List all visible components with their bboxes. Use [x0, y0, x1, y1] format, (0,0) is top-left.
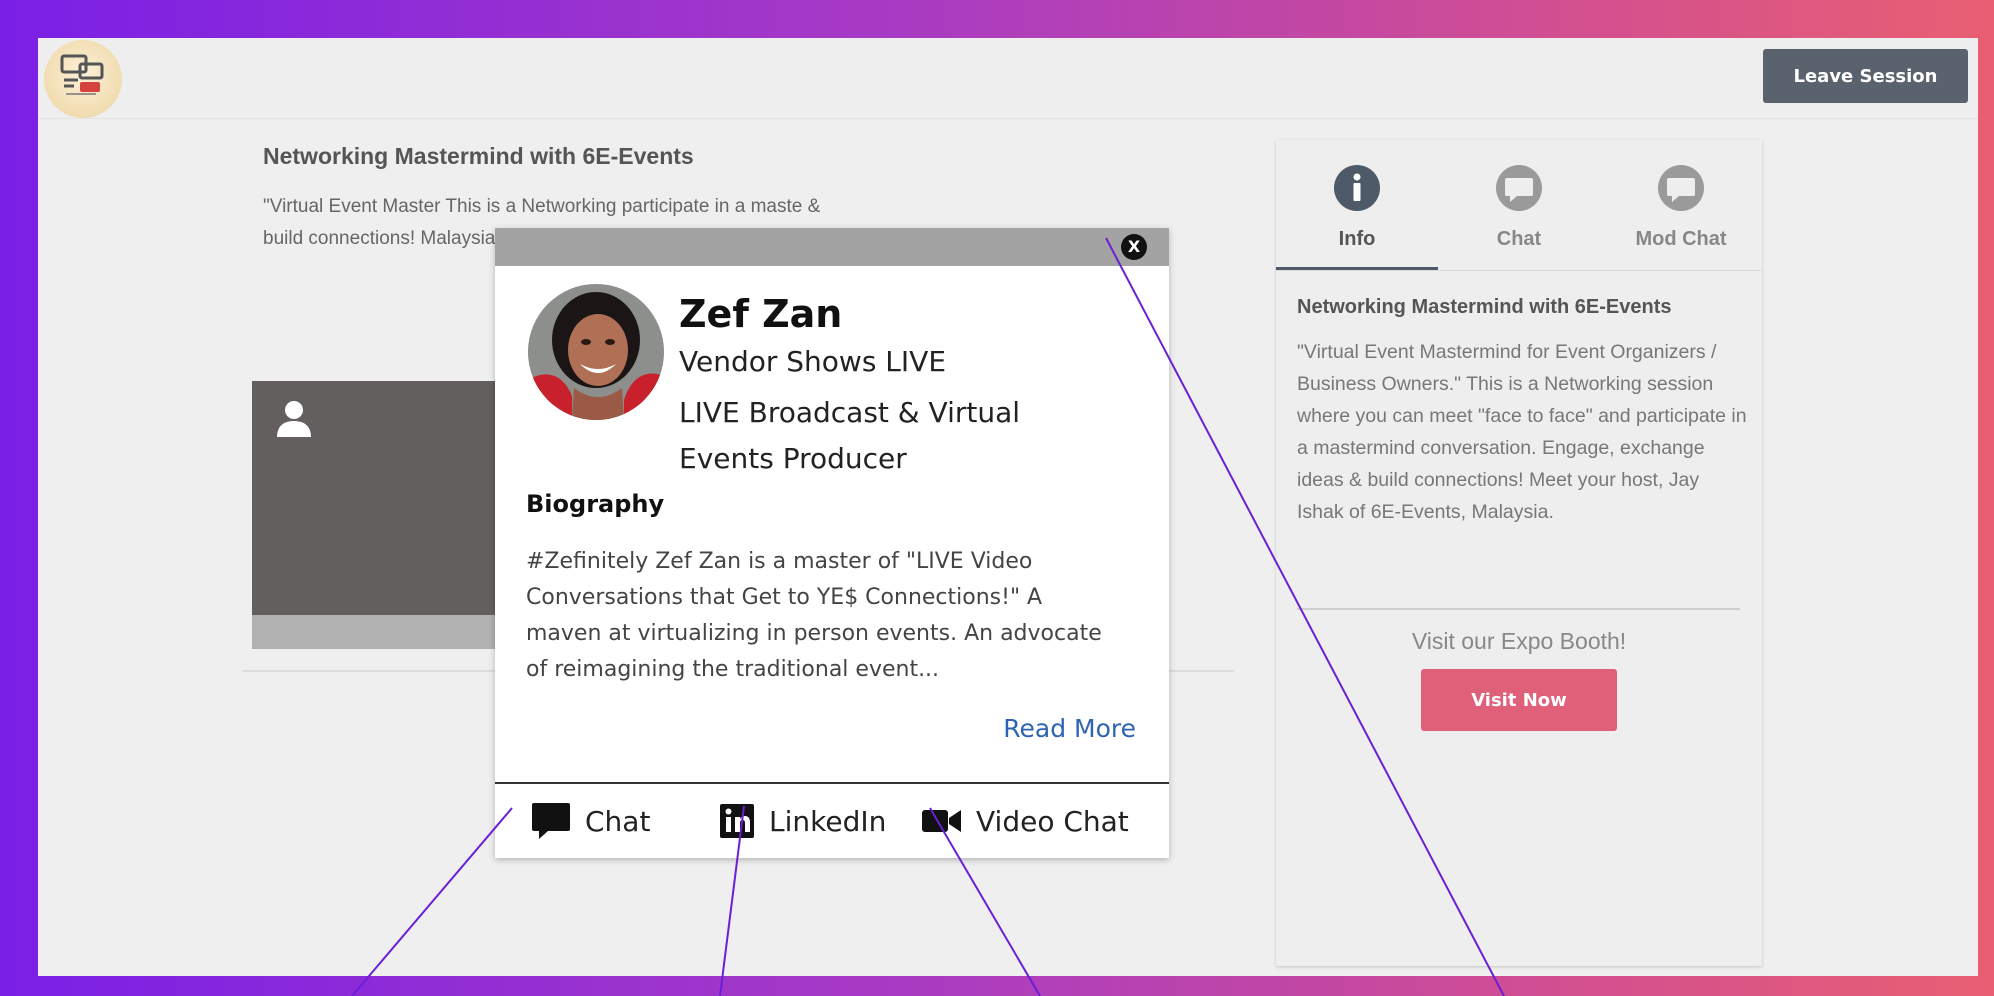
video-chat-callout-line	[929, 807, 1041, 996]
annotation-lines	[351, 237, 1505, 996]
close-callout-line	[1105, 237, 1505, 996]
chat-callout-line	[351, 807, 513, 996]
linkedin-callout-line	[719, 805, 745, 996]
